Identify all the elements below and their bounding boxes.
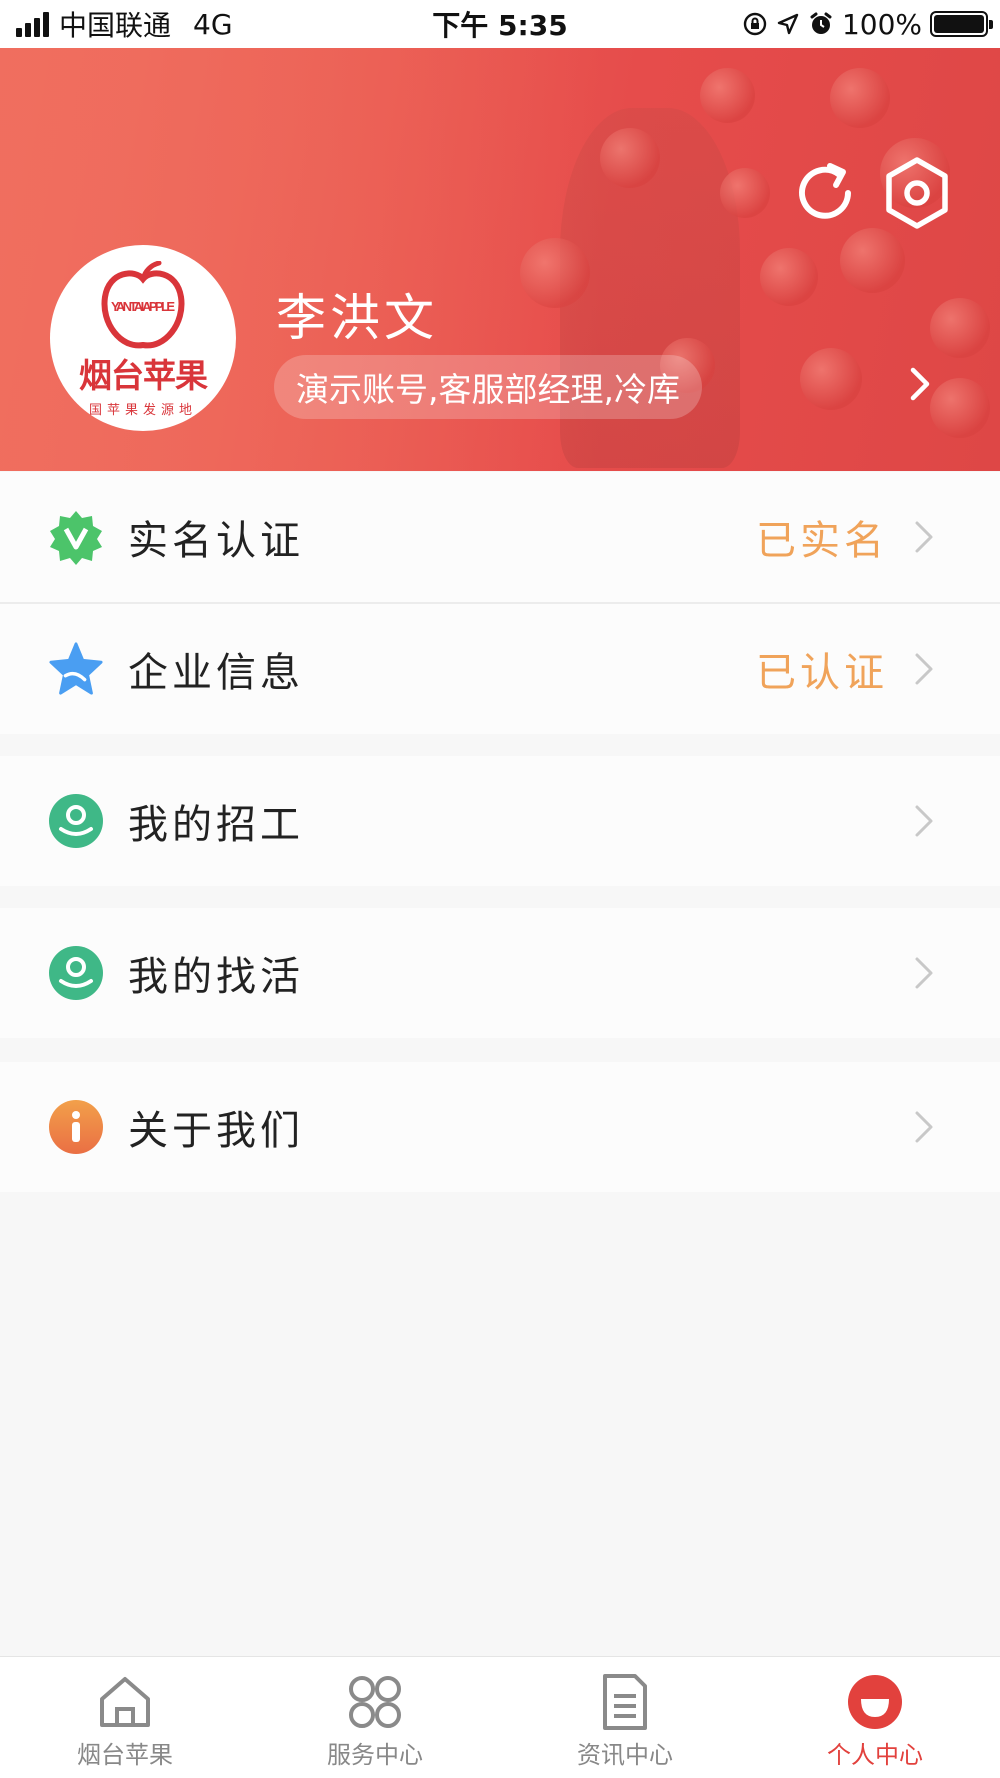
- alarm-icon: [810, 12, 832, 34]
- tab-yantai-apple[interactable]: 烟台苹果: [0, 1657, 250, 1778]
- chevron-right-icon: [915, 957, 933, 989]
- menu-status: 已认证: [756, 650, 888, 696]
- refresh-icon[interactable]: [785, 153, 865, 233]
- hexagon-settings-icon[interactable]: [877, 153, 957, 233]
- menu-item-real-name[interactable]: 实名认证 已实名: [0, 472, 1000, 602]
- verified-badge-icon: [48, 509, 104, 565]
- chevron-right-icon: [915, 653, 933, 685]
- battery-percent: 100%: [841, 7, 922, 41]
- tab-bar: 烟台苹果 服务中心 资讯中心 个人中心: [0, 1656, 1000, 1778]
- tab-label: 个人中心: [827, 1741, 923, 1769]
- grid-icon: [344, 1671, 406, 1733]
- menu-item-find-work[interactable]: 我的找活: [0, 908, 1000, 1038]
- chevron-right-icon: [915, 1111, 933, 1143]
- worker-icon: [48, 945, 104, 1001]
- menu-label: 关于我们: [128, 1108, 304, 1154]
- avatar-badge-text: YANTAI APPLE: [111, 299, 175, 314]
- tab-service-center[interactable]: 服务中心: [250, 1657, 500, 1778]
- menu-label: 实名认证: [128, 518, 304, 564]
- menu-label: 我的招工: [128, 802, 304, 848]
- chevron-right-icon: [915, 805, 933, 837]
- document-icon: [594, 1671, 656, 1733]
- avatar[interactable]: YANTAI APPLE 烟台苹果 国苹果发源地: [50, 245, 236, 431]
- avatar-logo-title: 烟台苹果: [79, 356, 208, 395]
- status-bar: 中国联通 4G 下午 5:35 100%: [0, 0, 1000, 48]
- profile-header[interactable]: YANTAI APPLE 烟台苹果 国苹果发源地 李洪文 演示账号,客服部经理,…: [0, 48, 1000, 471]
- menu-label: 企业信息: [128, 650, 304, 696]
- location-arrow-icon: [777, 13, 799, 35]
- tab-label: 烟台苹果: [77, 1741, 173, 1769]
- user-tags: 演示账号,客服部经理,冷库: [274, 355, 702, 419]
- home-icon: [94, 1671, 156, 1733]
- clock: 下午 5:35: [432, 9, 568, 42]
- tab-label: 服务中心: [327, 1741, 423, 1769]
- profile-face-icon: [844, 1671, 906, 1733]
- tab-personal-center[interactable]: 个人中心: [750, 1657, 1000, 1778]
- menu-item-company-info[interactable]: 企业信息 已认证: [0, 604, 1000, 734]
- chevron-right-icon[interactable]: [905, 364, 935, 404]
- user-tags-text: 演示账号,客服部经理,冷库: [296, 370, 680, 409]
- user-name: 李洪文: [276, 289, 438, 347]
- avatar-logo-subtitle: 国苹果发源地: [88, 403, 197, 418]
- menu-label: 我的找活: [128, 954, 304, 1000]
- apple-logo-icon: YANTAI APPLE: [101, 261, 185, 349]
- tab-news-center[interactable]: 资讯中心: [500, 1657, 750, 1778]
- battery-icon: [930, 11, 993, 37]
- orientation-lock-icon: [743, 12, 767, 36]
- star-icon: [48, 641, 104, 697]
- tab-label: 资讯中心: [577, 1741, 673, 1769]
- info-icon: [48, 1099, 104, 1155]
- menu-status: 已实名: [756, 518, 888, 564]
- worker-icon: [48, 793, 104, 849]
- chevron-right-icon: [915, 521, 933, 553]
- menu-item-about-us[interactable]: 关于我们: [0, 1062, 1000, 1192]
- menu-item-my-hiring[interactable]: 我的招工: [0, 756, 1000, 886]
